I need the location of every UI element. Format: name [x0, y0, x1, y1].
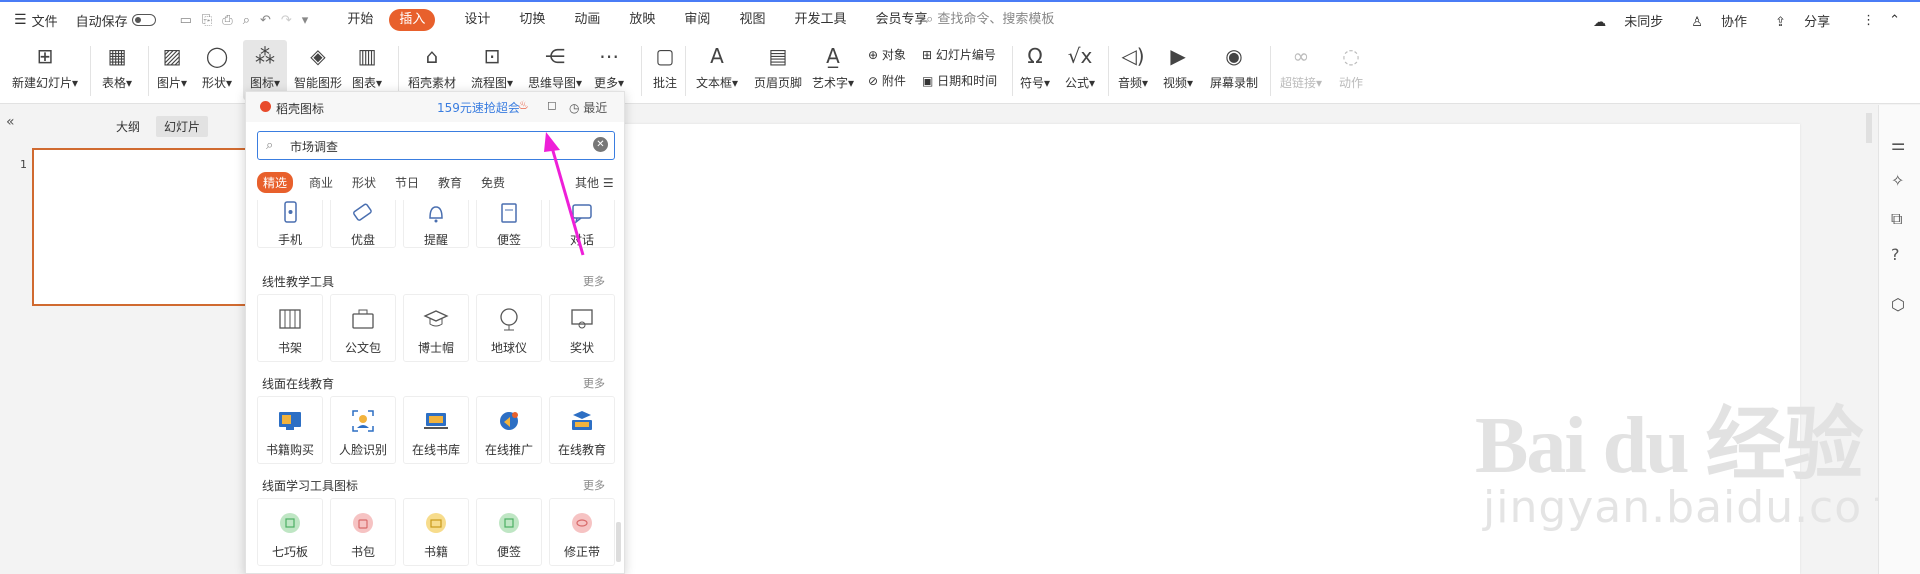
annotation-arrow	[544, 132, 585, 256]
